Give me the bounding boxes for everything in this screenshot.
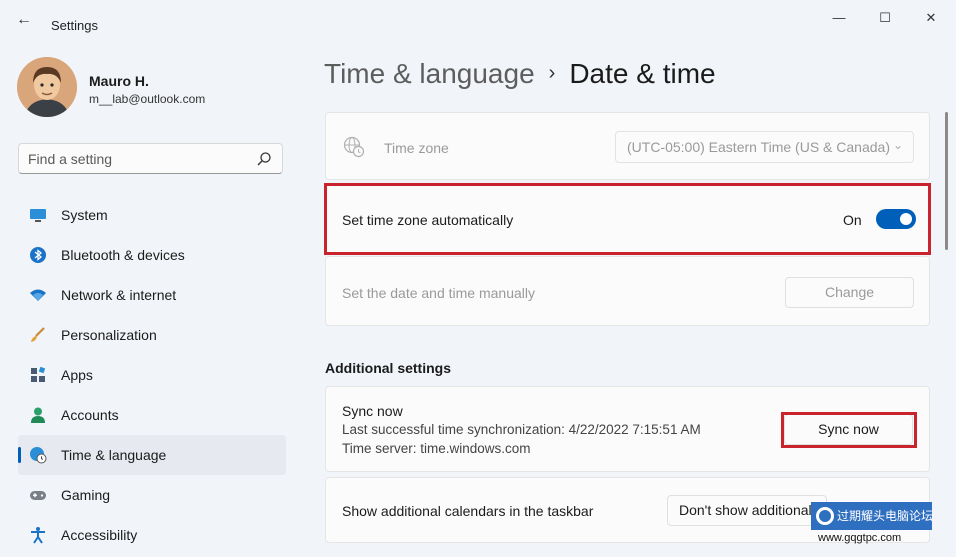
breadcrumb: Time & language › Date & time [324,58,716,90]
additional-settings-heading: Additional settings [325,360,451,376]
auto-time-zone-toggle[interactable] [876,209,916,229]
calendars-label: Show additional calendars in the taskbar [342,503,594,519]
minimize-button[interactable]: — [816,6,862,30]
selected-indicator [18,447,21,463]
sidebar-item-time-language[interactable]: Time & language [18,435,286,475]
scrollbar[interactable] [945,112,948,250]
time-zone-card: Time zone (UTC-05:00) Eastern Time (US &… [325,112,930,180]
sync-now-button[interactable]: Sync now [784,414,913,445]
last-sync-text: Last successful time synchronization: 4/… [342,422,701,437]
profile-email: m__lab@outlook.com [89,92,206,106]
calendars-dropdown[interactable]: Don't show additional [667,495,827,526]
sidebar-item-system[interactable]: System [18,195,286,235]
manual-time-label: Set the date and time manually [342,285,536,301]
sync-card: Sync now Last successful time synchroniz… [325,386,930,472]
sidebar-item-label: Apps [61,367,93,383]
sidebar-item-label: Accessibility [61,527,138,543]
toggle-state-label: On [843,212,862,228]
title-bar: ← Settings — ☐ ✕ [0,0,956,40]
maximize-button[interactable]: ☐ [862,6,908,30]
apps-icon [31,366,46,382]
search-input[interactable] [28,150,248,168]
watermark-logo-icon [816,507,834,525]
watermark-url: www.gqgtpc.com [818,532,902,544]
watermark-text: 过期耀头电脑论坛 [837,509,932,523]
sidebar-item-label: Gaming [61,487,111,503]
change-button[interactable]: Change [785,277,914,308]
sync-title: Sync now [342,403,403,419]
brush-icon [31,327,45,342]
sidebar-item-label: Accounts [61,407,119,423]
person-icon [31,407,45,423]
manual-time-card: Set the date and time manually Change [325,256,930,326]
sidebar-item-network[interactable]: Network & internet [18,275,286,315]
search-icon[interactable] [256,151,272,167]
globe-clock-icon [343,136,365,158]
time-zone-dropdown[interactable]: (UTC-05:00) Eastern Time (US & Canada) ⌄ [615,131,914,163]
breadcrumb-separator: › [548,62,556,84]
globe-clock-icon [30,447,47,464]
gamepad-icon [30,491,46,500]
sidebar-item-apps[interactable]: Apps [18,355,286,395]
page-title: Date & time [569,58,716,89]
watermark-badge: 过期耀头电脑论坛 [811,502,932,530]
sidebar-item-label: Time & language [61,447,167,463]
sidebar-item-accessibility[interactable]: Accessibility [18,515,286,555]
chevron-down-icon: ⌄ [892,138,903,152]
time-zone-value: (UTC-05:00) Eastern Time (US & Canada) [627,139,890,155]
search-box[interactable] [18,143,283,174]
sidebar-item-label: Personalization [61,327,157,343]
wifi-icon [30,289,46,301]
breadcrumb-parent[interactable]: Time & language [324,58,535,89]
close-button[interactable]: ✕ [908,6,954,30]
sidebar-item-label: System [61,207,108,223]
sidebar-nav: System Bluetooth & devices Network & int… [18,195,286,555]
sidebar-item-personalization[interactable]: Personalization [18,315,286,355]
toggle-knob [900,213,912,225]
bluetooth-icon [30,247,46,263]
time-server-text: Time server: time.windows.com [342,441,531,456]
sidebar-item-label: Bluetooth & devices [61,247,185,263]
avatar-image [17,57,77,117]
monitor-icon [30,209,46,222]
sidebar-item-gaming[interactable]: Gaming [18,475,286,515]
sidebar-item-label: Network & internet [61,287,177,303]
back-button[interactable]: ← [12,10,36,30]
auto-time-zone-label: Set time zone automatically [342,212,514,228]
accessibility-icon [31,527,45,544]
time-zone-label: Time zone [384,140,449,156]
app-title: Settings [51,18,98,33]
sidebar-item-bluetooth[interactable]: Bluetooth & devices [18,235,286,275]
sidebar-item-accounts[interactable]: Accounts [18,395,286,435]
auto-time-zone-card: Set time zone automatically On [325,184,930,254]
avatar[interactable] [17,57,77,117]
profile-name: Mauro H. [89,73,149,89]
